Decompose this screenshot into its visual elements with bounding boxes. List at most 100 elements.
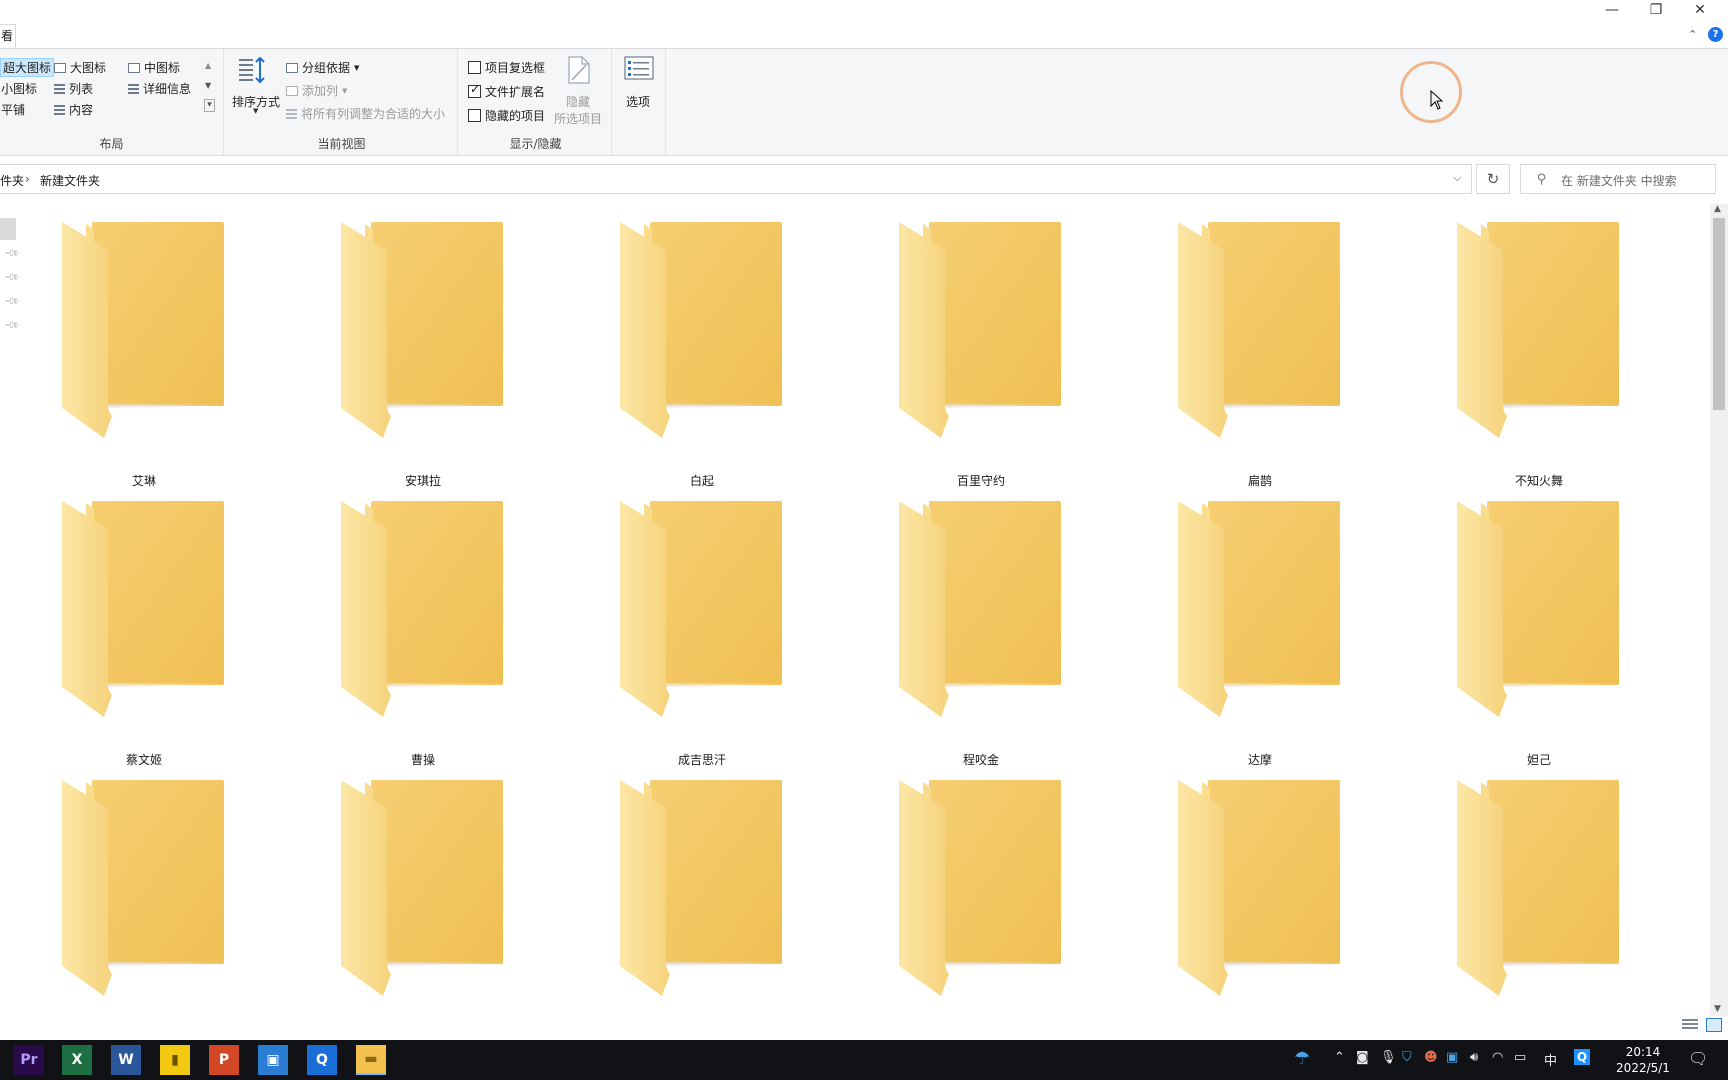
layout-details[interactable]: 详细信息 <box>128 80 191 97</box>
folder-item[interactable]: 艾琳 <box>24 212 264 488</box>
refresh-button[interactable]: ↻ <box>1476 164 1510 194</box>
layout-small-icons[interactable]: 小图标 <box>1 80 37 97</box>
folder-item[interactable]: 妲己 <box>1419 491 1659 767</box>
file-explorer-icon[interactable]: ▬ <box>356 1045 386 1075</box>
powerbi-icon[interactable]: ▮ <box>160 1045 190 1075</box>
fit-columns-button[interactable]: 将所有列调整为合适的大小 <box>286 105 445 122</box>
folder-item[interactable]: 安琪拉 <box>303 212 543 488</box>
file-view: 艾琳 安琪拉 白起 百里守约 扁鹊 不知火舞 蔡文姬 曹操 成吉思汗 程咬金 达… <box>22 204 1710 1024</box>
options-button[interactable] <box>624 56 654 85</box>
hide-selected-button[interactable] <box>566 55 592 88</box>
layout-scroll-down[interactable]: ▼ <box>205 81 211 90</box>
layout-extra-large-icons[interactable]: 超大图标 <box>0 58 55 77</box>
folder-icon <box>341 501 509 717</box>
layout-list[interactable]: 列表 <box>54 80 93 97</box>
scroll-up-icon[interactable]: ▲ <box>1714 204 1721 214</box>
breadcrumb-current[interactable]: 新建文件夹 <box>40 172 100 189</box>
ime-language-indicator[interactable]: 中 <box>1544 1050 1557 1069</box>
tab-view[interactable]: 看 <box>0 24 16 48</box>
recorder-icon[interactable]: ▣ <box>258 1045 288 1075</box>
hidden-items-toggle[interactable]: 隐藏的项目 <box>468 107 545 124</box>
meeting-icon[interactable]: ▣ <box>1446 1050 1458 1065</box>
hide-selected-label-2: 所选项目 <box>554 112 603 126</box>
breadcrumb-separator[interactable]: › <box>25 172 30 186</box>
restore-button[interactable]: ❐ <box>1634 0 1678 22</box>
address-dropdown-icon[interactable]: ⌵ <box>1453 171 1461 185</box>
sort-icon <box>239 56 265 84</box>
taskbar: Pr X W ▮ P ▣ Q ▬ ☂ ⌃ ◙ 🎙︎ ⛉ ☻ ▣ 🔊︎ ◠ ▭ 中 Q 20:1… <box>0 1040 1728 1080</box>
minimize-button[interactable]: — <box>1590 0 1634 22</box>
nav-selected-item[interactable] <box>0 218 16 240</box>
breadcrumb-parent[interactable]: 件夹 <box>0 172 24 189</box>
folder-item[interactable]: 程咬金 <box>861 491 1101 767</box>
layout-expand[interactable]: ▾ <box>204 99 215 112</box>
notification-center-icon[interactable]: 🗨︎ <box>1688 1049 1708 1068</box>
folder-item[interactable] <box>303 770 543 1024</box>
umbrella-icon[interactable]: ☂ <box>1294 1048 1310 1069</box>
layout-tiles[interactable]: 平铺 <box>1 101 25 118</box>
qq-browser-icon[interactable]: Q <box>307 1045 337 1075</box>
mouse-cursor-icon <box>1430 89 1444 113</box>
options-label[interactable]: 选项 <box>626 93 650 110</box>
qq-icon[interactable]: Q <box>1574 1049 1590 1065</box>
vertical-scrollbar[interactable]: ▲ ▼ <box>1710 204 1728 1016</box>
network-icon[interactable]: ◠ <box>1492 1050 1503 1065</box>
folder-item[interactable]: 曹操 <box>303 491 543 767</box>
details-icon <box>128 83 139 94</box>
add-column-button[interactable]: 添加列 ▼ <box>286 82 347 99</box>
address-box[interactable]: 件夹 › 新建文件夹 ⌵ <box>0 164 1472 194</box>
sort-by-button[interactable] <box>236 55 266 88</box>
layout-content[interactable]: 内容 <box>54 101 93 118</box>
file-extensions-checkbox[interactable] <box>468 82 481 98</box>
folder-item[interactable]: 蔡文姬 <box>24 491 264 767</box>
group-by-button[interactable]: 分组依据 ▼ <box>286 59 359 76</box>
excel-icon[interactable]: X <box>62 1045 92 1075</box>
folder-item[interactable] <box>1419 770 1659 1024</box>
large-icons-view-icon[interactable] <box>1706 1018 1722 1032</box>
scroll-down-icon[interactable]: ▼ <box>1714 1004 1721 1014</box>
show-hidden-icons-icon[interactable]: ⌃ <box>1334 1050 1345 1065</box>
details-view-icon[interactable] <box>1682 1019 1698 1031</box>
security-shield-icon[interactable]: ⛉ <box>1402 1050 1412 1065</box>
item-checkboxes-checkbox[interactable] <box>468 61 481 74</box>
folder-item[interactable] <box>24 770 264 1024</box>
folder-icon <box>899 501 1067 717</box>
folder-item[interactable]: 扁鹊 <box>1140 212 1380 488</box>
large-icons-icon <box>54 62 66 73</box>
group-by-dropdown-icon: ▼ <box>354 63 360 72</box>
camera-icon[interactable]: ◙ <box>1356 1050 1369 1065</box>
item-checkboxes-toggle[interactable]: 项目复选框 <box>468 59 545 76</box>
scrollbar-thumb[interactable] <box>1713 218 1725 410</box>
options-icon <box>624 56 654 80</box>
search-box[interactable]: ⚲ 在 新建文件夹 中搜索 <box>1520 164 1716 194</box>
folder-item[interactable]: 达摩 <box>1140 491 1380 767</box>
layout-large-icons[interactable]: 大图标 <box>54 59 106 76</box>
file-extensions-toggle[interactable]: 文件扩展名 <box>468 82 545 100</box>
folder-item[interactable] <box>1140 770 1380 1024</box>
microphone-icon[interactable]: 🎙︎ <box>1380 1050 1397 1065</box>
powerpoint-icon[interactable]: P <box>209 1045 239 1075</box>
folder-item[interactable]: 百里守约 <box>861 212 1101 488</box>
clock[interactable]: 20:14 2022/5/1 <box>1608 1044 1678 1076</box>
folder-name: 不知火舞 <box>1514 474 1563 488</box>
folder-item[interactable]: 白起 <box>582 212 822 488</box>
hidden-items-checkbox[interactable] <box>468 109 481 122</box>
folder-item[interactable] <box>582 770 822 1024</box>
folder-icon <box>620 780 788 996</box>
help-icon[interactable]: ? <box>1708 27 1723 42</box>
collapse-ribbon-icon[interactable]: ⌃ <box>1688 28 1697 41</box>
list-icon <box>54 83 65 94</box>
close-button[interactable]: ✕ <box>1678 0 1722 22</box>
battery-icon[interactable]: ▭ <box>1514 1050 1526 1065</box>
layout-medium-icons[interactable]: 中图标 <box>128 59 180 76</box>
word-icon[interactable]: W <box>111 1045 141 1075</box>
ime-status-icon[interactable]: ☻ <box>1424 1050 1438 1065</box>
layout-scroll-up[interactable]: ▲ <box>205 61 211 70</box>
volume-icon[interactable]: 🔊︎ <box>1470 1050 1478 1065</box>
search-icon: ⚲ <box>1537 172 1547 187</box>
folder-item[interactable] <box>861 770 1101 1024</box>
folder-item[interactable]: 成吉思汗 <box>582 491 822 767</box>
premiere-icon[interactable]: Pr <box>14 1045 44 1075</box>
folder-item[interactable]: 不知火舞 <box>1419 212 1659 488</box>
address-bar: 件夹 › 新建文件夹 ⌵ ↻ ⚲ 在 新建文件夹 中搜索 <box>0 164 1728 194</box>
